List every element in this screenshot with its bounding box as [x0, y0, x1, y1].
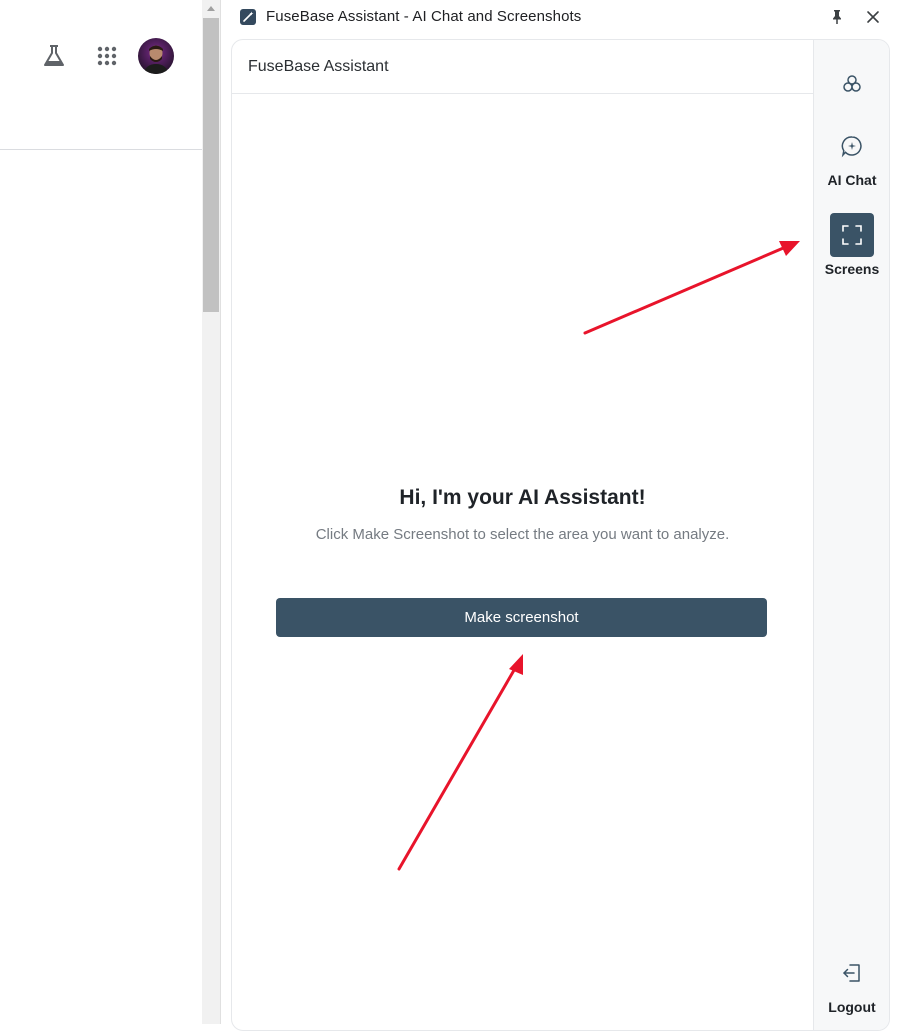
labs-flask-icon[interactable] [41, 43, 67, 69]
make-screenshot-button[interactable]: Make screenshot [276, 598, 767, 637]
fusebase-wand-icon [240, 9, 256, 25]
nav-item-ai-chat[interactable]: AI Chat [814, 124, 889, 188]
nav-label-ai-chat: AI Chat [827, 172, 877, 188]
assistant-main: FuseBase Assistant Hi, I'm your AI Assis… [232, 40, 813, 1030]
nav-label-screens: Screens [824, 261, 880, 277]
panel-window-title: FuseBase Assistant - AI Chat and Screens… [266, 8, 582, 25]
nav-label-logout: Logout [828, 999, 876, 1015]
screenshot-frame-icon [830, 213, 874, 257]
apps-cluster-icon [830, 62, 874, 106]
instruction-text: Click Make Screenshot to select the area… [315, 526, 730, 543]
nav-item-apps[interactable] [814, 62, 889, 106]
page-scrollbar[interactable] [202, 0, 221, 1024]
greeting-heading: Hi, I'm your AI Assistant! [399, 486, 646, 509]
pin-icon[interactable] [828, 8, 846, 26]
assistant-header-title: FuseBase Assistant [248, 58, 389, 75]
account-avatar[interactable] [138, 38, 174, 74]
side-nav: AI Chat Screens Logout [813, 40, 889, 1030]
scroll-up-arrow-icon[interactable] [207, 6, 215, 11]
browser-page [0, 0, 221, 1024]
assistant-card: FuseBase Assistant Hi, I'm your AI Assis… [231, 39, 890, 1031]
assistant-side-panel: FuseBase Assistant - AI Chat and Screens… [221, 0, 897, 1031]
close-icon[interactable] [864, 8, 882, 26]
google-apps-icon[interactable] [95, 44, 119, 68]
nav-item-logout[interactable]: Logout [814, 951, 889, 1015]
browser-toolbar [0, 0, 202, 150]
nav-item-screens[interactable]: Screens [814, 213, 889, 277]
assistant-header: FuseBase Assistant [232, 40, 813, 94]
logout-icon [830, 951, 874, 995]
ai-chat-bubble-icon [830, 124, 874, 168]
scroll-thumb[interactable] [203, 18, 219, 312]
panel-titlebar: FuseBase Assistant - AI Chat and Screens… [221, 0, 897, 36]
